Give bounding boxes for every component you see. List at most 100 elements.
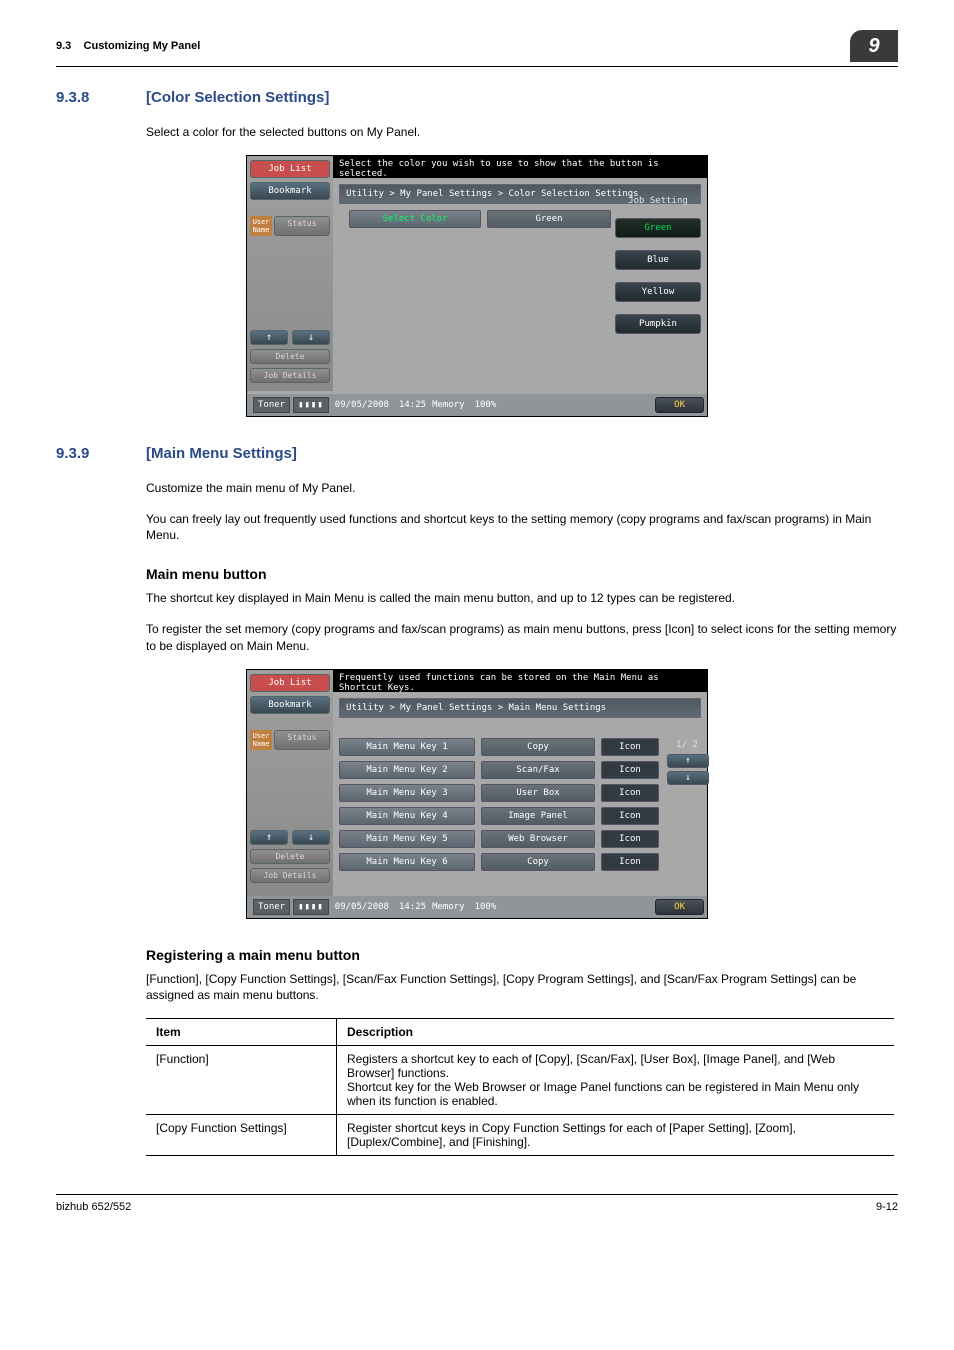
panel-footer: Toner ▮▮▮▮ 09/05/2008 14:25 Memory 100% … (247, 896, 707, 918)
section-938-heading: 9.3.8 [Color Selection Settings] (56, 89, 898, 106)
memory-pct: 100% (475, 902, 497, 912)
table-row: Main Menu Key 3 User Box Icon (339, 784, 659, 802)
color-settings-panel: Job List Bookmark User Name Status ↑ ↓ D… (246, 155, 708, 417)
breadcrumb: Utility > My Panel Settings > Main Menu … (339, 698, 701, 718)
mm-val-6: Copy (481, 853, 595, 871)
color-pumpkin-button[interactable]: Pumpkin (615, 314, 701, 334)
toner-label: Toner (253, 899, 290, 915)
header-title: Customizing My Panel (84, 40, 201, 52)
main-menu-p2: To register the set memory (copy program… (146, 621, 898, 655)
status-button[interactable]: Status (274, 730, 330, 750)
job-details-button[interactable]: Job Details (250, 368, 330, 383)
main-menu-p1: The shortcut key displayed in Main Menu … (146, 590, 898, 607)
table-row: Main Menu Key 2 Scan/Fax Icon (339, 761, 659, 779)
date-label: 09/05/2008 (335, 400, 389, 410)
mm-val-2: Scan/Fax (481, 761, 595, 779)
cell-copyfn-desc: Register shortcut keys in Copy Function … (337, 1115, 895, 1156)
bookmark-button[interactable]: Bookmark (250, 182, 330, 200)
delete-button[interactable]: Delete (250, 849, 330, 864)
panel-message: Select the color you wish to use to show… (333, 156, 707, 178)
page-up-button[interactable]: ↑ (667, 754, 709, 768)
job-list-button[interactable]: Job List (250, 160, 330, 178)
status-button[interactable]: Status (274, 216, 330, 236)
memory-label: Memory (432, 902, 465, 912)
registering-intro: [Function], [Copy Function Settings], [S… (146, 971, 898, 1005)
section-938-intro: Select a color for the selected buttons … (146, 124, 898, 141)
toner-icon: ▮▮▮▮ (293, 899, 329, 915)
section-939-num: 9.3.9 (56, 445, 146, 462)
cell-function: [Function] (146, 1046, 337, 1115)
delete-button[interactable]: Delete (250, 349, 330, 364)
footer-right: 9-12 (876, 1201, 898, 1213)
job-list-button[interactable]: Job List (250, 674, 330, 692)
mm-val-1: Copy (481, 738, 595, 756)
toner-icon: ▮▮▮▮ (293, 397, 329, 413)
section-938-num: 9.3.8 (56, 89, 146, 106)
mm-key-4[interactable]: Main Menu Key 4 (339, 807, 475, 825)
color-blue-button[interactable]: Blue (615, 250, 701, 270)
job-setting-header: Job Setting (615, 192, 701, 210)
section-939-para2: You can freely lay out frequently used f… (146, 511, 898, 545)
section-939-title: [Main Menu Settings] (146, 445, 297, 462)
memory-label: Memory (432, 400, 465, 410)
mm-val-3: User Box (481, 784, 595, 802)
mm-key-1[interactable]: Main Menu Key 1 (339, 738, 475, 756)
user-name-badge: User Name (250, 730, 272, 750)
down-arrow-button[interactable]: ↓ (292, 830, 330, 845)
bookmark-button[interactable]: Bookmark (250, 696, 330, 714)
main-menu-button-heading: Main menu button (146, 566, 898, 582)
mm-val-5: Web Browser (481, 830, 595, 848)
pager-label: 1/ 2 (667, 740, 707, 750)
mm-icon-2[interactable]: Icon (601, 761, 659, 779)
memory-pct: 100% (475, 400, 497, 410)
user-name-badge: User Name (250, 216, 272, 236)
page-header: 9.3 Customizing My Panel 9 (56, 30, 898, 62)
cell-copyfn: [Copy Function Settings] (146, 1115, 337, 1156)
select-color-value: Green (487, 210, 611, 228)
mm-key-6[interactable]: Main Menu Key 6 (339, 853, 475, 871)
table-row: Main Menu Key 1 Copy Icon (339, 738, 659, 756)
up-arrow-button[interactable]: ↑ (250, 330, 288, 345)
mm-icon-1[interactable]: Icon (601, 738, 659, 756)
header-rule (56, 66, 898, 67)
main-menu-panel: Job List Bookmark User Name Status ↑ ↓ D… (246, 669, 708, 919)
color-green-button[interactable]: Green (615, 218, 701, 238)
mm-icon-4[interactable]: Icon (601, 807, 659, 825)
section-939-heading: 9.3.9 [Main Menu Settings] (56, 445, 898, 462)
table-row: Main Menu Key 5 Web Browser Icon (339, 830, 659, 848)
toner-label: Toner (253, 397, 290, 413)
table-header-item: Item (146, 1019, 337, 1046)
footer-left: bizhub 652/552 (56, 1201, 131, 1213)
job-details-button[interactable]: Job Details (250, 868, 330, 883)
page-down-button[interactable]: ↓ (667, 771, 709, 785)
mm-key-3[interactable]: Main Menu Key 3 (339, 784, 475, 802)
mm-icon-6[interactable]: Icon (601, 853, 659, 871)
section-938-title: [Color Selection Settings] (146, 89, 329, 106)
table-row: Main Menu Key 4 Image Panel Icon (339, 807, 659, 825)
cell-function-desc: Registers a shortcut key to each of [Cop… (337, 1046, 895, 1115)
mm-icon-3[interactable]: Icon (601, 784, 659, 802)
section-939-intro: Customize the main menu of My Panel. (146, 480, 898, 497)
mm-val-4: Image Panel (481, 807, 595, 825)
ok-button[interactable]: OK (655, 397, 704, 413)
time-label: 14:25 (399, 400, 426, 410)
table-header-desc: Description (337, 1019, 895, 1046)
ok-button[interactable]: OK (655, 899, 704, 915)
down-arrow-button[interactable]: ↓ (292, 330, 330, 345)
color-yellow-button[interactable]: Yellow (615, 282, 701, 302)
chapter-tab: 9 (850, 30, 898, 62)
table-row: Main Menu Key 6 Copy Icon (339, 853, 659, 871)
settings-table: Item Description [Function] Registers a … (146, 1018, 894, 1156)
mm-icon-5[interactable]: Icon (601, 830, 659, 848)
mm-key-2[interactable]: Main Menu Key 2 (339, 761, 475, 779)
registering-heading: Registering a main menu button (146, 947, 898, 963)
select-color-label: Select Color (349, 210, 481, 228)
table-row: [Function] Registers a shortcut key to e… (146, 1046, 894, 1115)
time-label: 14:25 (399, 902, 426, 912)
panel-message: Frequently used functions can be stored … (333, 670, 707, 692)
header-section-num: 9.3 (56, 40, 71, 52)
page-footer: bizhub 652/552 9-12 (56, 1194, 898, 1213)
mm-key-5[interactable]: Main Menu Key 5 (339, 830, 475, 848)
up-arrow-button[interactable]: ↑ (250, 830, 288, 845)
date-label: 09/05/2008 (335, 902, 389, 912)
